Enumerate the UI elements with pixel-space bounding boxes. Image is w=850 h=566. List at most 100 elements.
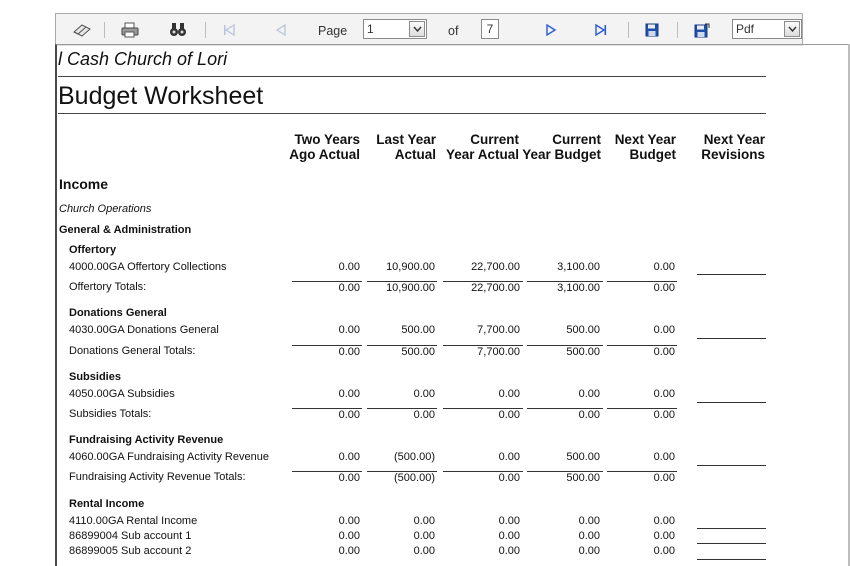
cell: 0.00 — [578, 388, 600, 400]
print-button[interactable] — [118, 20, 142, 40]
total-cell: 22,700.00 — [471, 282, 520, 294]
revision-entry-line[interactable] — [697, 274, 766, 275]
cell: 0.00 — [498, 451, 520, 463]
total-cell: 500.00 — [566, 472, 600, 484]
previous-page-icon — [275, 24, 286, 36]
total-cell: 0.00 — [578, 409, 600, 421]
page-label: Page — [318, 24, 348, 38]
cell: 0.00 — [653, 261, 675, 273]
cell: 0.00 — [653, 530, 675, 542]
subsection-church-operations: Church Operations — [59, 203, 152, 215]
page-number-select[interactable]: 1 — [363, 19, 427, 39]
revision-entry-line[interactable] — [697, 528, 766, 529]
total-cell: 0.00 — [653, 282, 675, 294]
cell: (500.00) — [394, 451, 435, 463]
cell: 500.00 — [566, 451, 600, 463]
page-dropdown-button[interactable] — [409, 21, 425, 37]
cell: 0.00 — [498, 515, 520, 527]
account-label: 4000.00GA Offertory Collections — [69, 261, 227, 273]
church-name: l Cash Church of Lori — [58, 49, 228, 69]
cell: 0.00 — [578, 545, 600, 557]
total-cell: 0.00 — [338, 282, 360, 294]
cell: 0.00 — [413, 545, 435, 557]
col-current-year-budget: Current Year Budget — [522, 132, 601, 162]
cell: 500.00 — [566, 324, 600, 336]
account-label: 4060.00GA Fundraising Activity Revenue — [69, 451, 269, 463]
find-button[interactable] — [166, 20, 190, 40]
page-number-value: 1 — [367, 22, 374, 36]
total-cell: 0.00 — [413, 409, 435, 421]
total-cell: (500.00) — [394, 472, 435, 484]
revision-entry-line[interactable] — [697, 559, 766, 560]
block-heading: Subsidies — [69, 371, 121, 383]
cell: 500.00 — [401, 324, 435, 336]
col-two-years-ago-actual: Two Years Ago Actual — [289, 132, 360, 162]
export-format-select[interactable]: Pdf — [732, 19, 802, 39]
report-viewer-toolbar: Page 1 of 7 Pdf — [55, 13, 803, 45]
cell: 0.00 — [338, 530, 360, 542]
report-page — [55, 44, 850, 566]
account-label: 4110.00GA Rental Income — [69, 515, 198, 527]
revision-entry-line[interactable] — [697, 402, 766, 403]
account-label: 4050.00GA Subsidies — [69, 388, 175, 400]
cell: 0.00 — [338, 324, 360, 336]
cell: 22,700.00 — [471, 261, 520, 273]
cell: 0.00 — [653, 545, 675, 557]
account-label: 86899005 Sub account 2 — [69, 545, 192, 557]
revision-entry-line[interactable] — [697, 338, 766, 339]
cell: 0.00 — [338, 261, 360, 273]
eraser-icon — [73, 24, 91, 37]
next-page-icon — [546, 24, 557, 36]
cell: 0.00 — [338, 451, 360, 463]
total-cell: 0.00 — [653, 409, 675, 421]
export-format-value: Pdf — [736, 22, 755, 36]
binoculars-icon — [170, 23, 186, 36]
cell: 0.00 — [578, 515, 600, 527]
format-dropdown-button[interactable] — [784, 21, 800, 37]
previous-page-button[interactable] — [271, 20, 291, 40]
col-next-year-budget: Next Year Budget — [614, 132, 676, 162]
block-heading: Rental Income — [69, 498, 145, 510]
floppy-disk-icon — [645, 23, 659, 37]
toggle-parameters-button[interactable] — [70, 20, 94, 40]
account-label: 4030.00GA Donations General — [69, 324, 219, 336]
cell: 0.00 — [653, 451, 675, 463]
first-page-button[interactable] — [219, 20, 239, 40]
report-title: Budget Worksheet — [58, 82, 264, 110]
export-disk-icon — [694, 23, 710, 37]
total-cell: 0.00 — [338, 409, 360, 421]
first-page-icon — [224, 24, 235, 36]
cell: 0.00 — [498, 388, 520, 400]
total-label: Donations General Totals: — [69, 345, 196, 357]
cell: 0.00 — [498, 530, 520, 542]
block-heading: Fundraising Activity Revenue — [69, 434, 224, 446]
printer-icon — [121, 22, 139, 38]
section-income: Income — [59, 176, 109, 192]
export-button[interactable] — [692, 20, 712, 40]
cell: 0.00 — [413, 515, 435, 527]
total-cell: 7,700.00 — [477, 346, 520, 358]
cell: 0.00 — [338, 545, 360, 557]
group-general-administration: General & Administration — [59, 224, 192, 236]
total-label: Subsidies Totals: — [69, 408, 152, 420]
cell: 10,900.00 — [386, 261, 435, 273]
total-cell: 0.00 — [653, 472, 675, 484]
total-label: Offertory Totals: — [69, 281, 147, 293]
total-cell: 0.00 — [338, 472, 360, 484]
last-page-button[interactable] — [591, 20, 611, 40]
of-label: of — [448, 24, 459, 38]
block-heading: Donations General — [69, 307, 167, 319]
total-cell: 0.00 — [338, 346, 360, 358]
chevron-down-icon — [412, 26, 422, 32]
cell: 0.00 — [578, 530, 600, 542]
save-button[interactable] — [642, 20, 662, 40]
col-current-year-actual: Current Year Actual — [445, 132, 519, 162]
next-page-button[interactable] — [541, 20, 561, 40]
revision-entry-line[interactable] — [697, 465, 766, 466]
total-cell: 500.00 — [401, 346, 435, 358]
total-cell: 500.00 — [566, 346, 600, 358]
revision-entry-line[interactable] — [697, 543, 766, 544]
total-cell: 0.00 — [653, 346, 675, 358]
total-label: Fundraising Activity Revenue Totals: — [69, 471, 246, 483]
cell: 0.00 — [653, 324, 675, 336]
